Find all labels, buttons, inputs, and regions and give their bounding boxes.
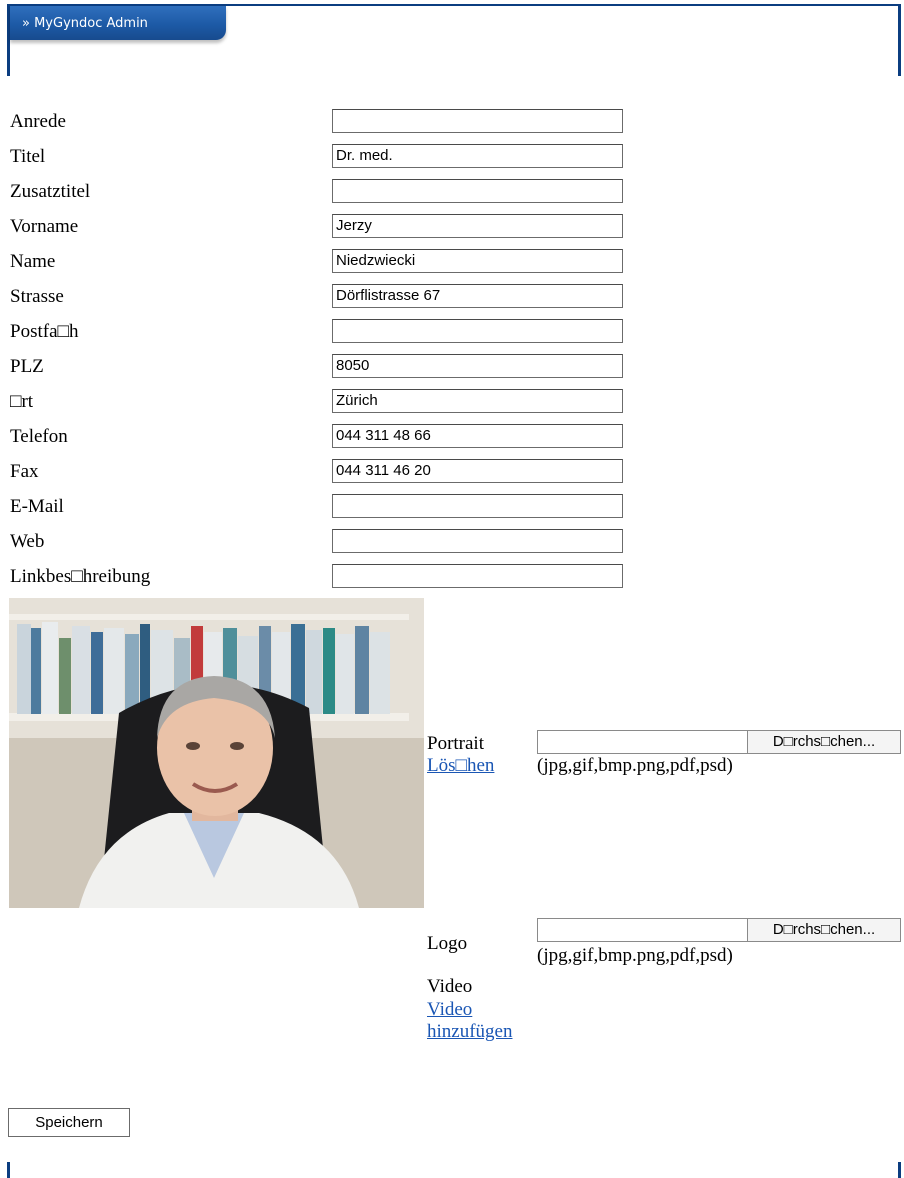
header-frame-right (898, 4, 901, 76)
postfach-input[interactable] (332, 319, 623, 343)
web-input[interactable] (332, 529, 623, 553)
label-telefon: Telefon (10, 426, 68, 447)
footer-frame-left (7, 1162, 10, 1178)
label-name: Name (10, 251, 56, 272)
plz-input[interactable] (332, 354, 623, 378)
label-linkbeschreibung: Linkbes□hreibung (10, 566, 151, 587)
logo-formats-hint: (jpg,gif,bmp.png,pdf,psd) (537, 945, 733, 966)
label-strasse: Strasse (10, 286, 64, 307)
email-input[interactable] (332, 494, 623, 518)
portrait-image (9, 598, 424, 908)
logo-file-input[interactable] (537, 918, 749, 942)
label-fax: Fax (10, 461, 39, 482)
footer-frame-right (898, 1162, 901, 1178)
fax-input[interactable] (332, 459, 623, 483)
label-zusatztitel: Zusatztitel (10, 181, 91, 202)
anrede-input[interactable] (332, 109, 623, 133)
name-input[interactable] (332, 249, 623, 273)
label-postfach: Postfa□h (10, 321, 79, 342)
portrait-label: Portrait (427, 733, 484, 754)
portrait-file-input[interactable] (537, 730, 749, 754)
admin-tab-label: » MyGyndoc Admin (22, 16, 148, 31)
label-titel: Titel (10, 146, 46, 167)
add-video-link[interactable]: Video hinzufügen (427, 999, 537, 1043)
save-button[interactable]: Speichern (8, 1108, 130, 1137)
ort-input[interactable] (332, 389, 623, 413)
zusatztitel-input[interactable] (332, 179, 623, 203)
video-label: Video (427, 976, 473, 997)
label-anrede: Anrede (10, 111, 66, 132)
logo-browse-button[interactable]: D□rchs□chen... (747, 918, 901, 942)
logo-label: Logo (427, 933, 468, 954)
label-vorname: Vorname (10, 216, 79, 237)
label-web: Web (10, 531, 45, 552)
strasse-input[interactable] (332, 284, 623, 308)
label-ort: □rt (10, 391, 34, 412)
label-plz: PLZ (10, 356, 44, 377)
admin-tab[interactable]: » MyGyndoc Admin (10, 6, 226, 40)
delete-portrait-link[interactable]: Lös□hen (427, 755, 494, 777)
portrait-formats-hint: (jpg,gif,bmp.png,pdf,psd) (537, 755, 733, 776)
vorname-input[interactable] (332, 214, 623, 238)
linkbeschreibung-input[interactable] (332, 564, 623, 588)
portrait-browse-button[interactable]: D□rchs□chen... (747, 730, 901, 754)
titel-input[interactable] (332, 144, 623, 168)
label-email: E-Mail (10, 496, 64, 517)
telefon-input[interactable] (332, 424, 623, 448)
